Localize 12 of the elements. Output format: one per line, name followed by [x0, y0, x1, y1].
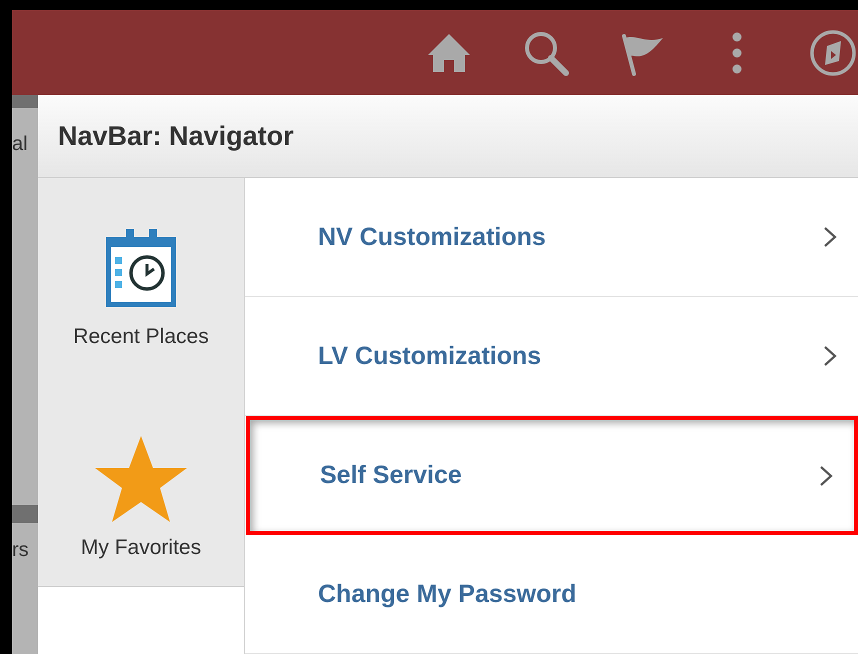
menu-item[interactable]: NV Customizations: [245, 178, 858, 297]
menu-item[interactable]: LV Customizations: [245, 297, 858, 416]
panel-title: NavBar: Navigator: [58, 120, 294, 152]
header-strip: [12, 95, 38, 108]
header-strip: [12, 505, 38, 523]
compass-icon[interactable]: [808, 28, 858, 78]
menu-item[interactable]: Self Service: [246, 416, 858, 535]
menu-item[interactable]: Change My Password: [245, 535, 858, 654]
sidebar-item[interactable]: Recent Places: [38, 178, 244, 383]
sidebar-item[interactable]: My Favorites: [38, 383, 244, 587]
partial-text: al: [12, 133, 28, 156]
partial-text: rs: [12, 539, 29, 562]
